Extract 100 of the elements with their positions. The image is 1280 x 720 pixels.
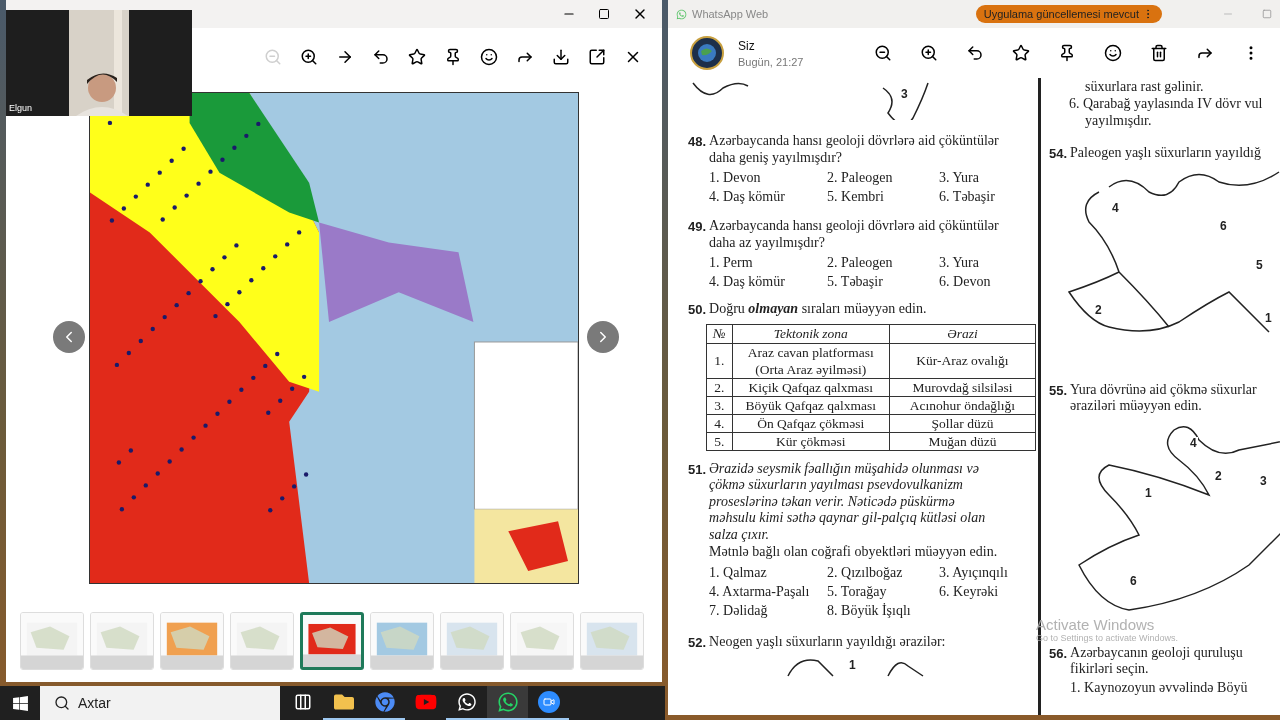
window-title: WhatsApp Web [692, 8, 769, 20]
answer-option: 1. Qalmaz [709, 563, 828, 582]
avatar-icon [690, 36, 724, 70]
map-label: 1 [848, 658, 857, 672]
table-cell: Ön Qafqaz çökməsi [732, 414, 890, 432]
column-header: Ərazi [889, 324, 1036, 343]
zoom-in-icon[interactable] [920, 44, 938, 62]
table-cell: Murovdağ silsiləsi [889, 378, 1036, 396]
windows-logo-icon [11, 694, 29, 712]
reply-icon[interactable] [966, 44, 984, 62]
chat-icon [496, 691, 519, 713]
zoom-out-icon[interactable] [874, 44, 892, 62]
table-cell: Kür çökməsi [732, 432, 890, 450]
question-number: 52. [688, 634, 707, 651]
answer-option: 3. Ayıçınqılı [939, 563, 1008, 582]
column-header: Tektonik zona [732, 324, 890, 343]
map-label: 2 [1214, 469, 1223, 483]
table-cell: Kiçik Qafqaz qalxması [732, 378, 890, 396]
question-number: 48. [688, 133, 707, 151]
taskbar-app-button[interactable] [487, 686, 528, 720]
video-camera-icon [537, 691, 560, 713]
message-time: Bugün, 21:27 [738, 55, 804, 68]
table-cell: 3. [706, 396, 733, 414]
maximize-icon[interactable] [598, 8, 610, 20]
map-label: 3 [1259, 474, 1268, 488]
table-cell: Böyük Qafqaz qalxması [732, 396, 890, 414]
update-badge[interactable]: Uygulama güncellemesi mevcut [975, 5, 1162, 23]
chat-icon [456, 692, 477, 712]
task-view-icon [293, 693, 312, 711]
smiley-icon[interactable] [1104, 44, 1122, 62]
answer-option: 2. Paleogen [827, 168, 940, 187]
table-cell: Muğan düzü [889, 432, 1036, 450]
question-number: 49. [688, 218, 707, 236]
column-header: № [706, 324, 733, 343]
answer-option: 5. Kembri [827, 187, 940, 206]
pin-icon[interactable] [1058, 44, 1076, 62]
answer-option: 1. Perm [709, 253, 828, 272]
map-label: 1 [1144, 486, 1153, 500]
map-label: 3 [900, 88, 909, 101]
answer-option: 7. Dəlidağ [709, 601, 828, 620]
previous-button[interactable] [53, 321, 85, 353]
pin-icon[interactable] [444, 48, 462, 66]
question-text: Neogen yaşlı süxurların yayıldığı ərazilər: [709, 634, 946, 651]
answer-option: 6. Təbaşir [939, 187, 999, 206]
download-icon[interactable] [552, 48, 570, 66]
question-text: Azərbaycanda hansı geoloji dövrlərə aid çöküntülər daha az yayılmışdır? [709, 218, 999, 251]
arrow-right-icon[interactable] [336, 48, 354, 66]
answer-option: 6. Devon [939, 272, 999, 291]
open-external-icon[interactable] [588, 48, 606, 66]
question-text: Azərbaycanın geoloji quruluşu fikirləri seçin. [1070, 644, 1244, 678]
table-cell: 4. [706, 414, 733, 432]
answer-option: 2. Qızılboğaz [827, 563, 940, 582]
map-label: 2 [1094, 303, 1103, 317]
map-label: 4 [1111, 201, 1120, 215]
answer-option: 4. Axtarma-Paşalı [709, 582, 828, 601]
answer-option: 3. Yura [939, 168, 999, 187]
question-text: Ərazidə seysmik fəallığın müşahidə olunması və çökmə süxurların yayılması psevdovulkanizm proseslərinə təkan verir. Nəticədə püskürmə məhsulu kimi səthə qaynar gil-palçıq kütləsi olan salza çıxır. [709, 460, 987, 543]
next-button[interactable] [587, 321, 619, 353]
search-icon [54, 695, 70, 711]
smiley-icon[interactable] [480, 48, 498, 66]
answer-option: 2. Paleogen [827, 253, 940, 272]
answer-option: 4. Daş kömür [709, 272, 828, 291]
question-text: Doğru olmayan sıraları müəyyən edin. [709, 301, 928, 318]
question-number: 56. [1049, 644, 1068, 663]
statement-text: 1. Kaynozoyun əvvəlində Böyü [1070, 678, 1248, 697]
star-icon[interactable] [408, 48, 426, 66]
question-number: 51. [688, 460, 707, 479]
table-cell: Araz cavan platforması (Orta Araz əyilməsi) [732, 343, 890, 378]
answer-option: 4. Daş kömür [709, 187, 828, 206]
question-number: 54. [1049, 145, 1068, 162]
map-label: 6 [1219, 219, 1228, 233]
zoom-in-icon[interactable] [300, 48, 318, 66]
table-cell: 2. [706, 378, 733, 396]
reply-icon[interactable] [372, 48, 390, 66]
answer-option: 5. Təbaşir [827, 272, 940, 291]
map-label: 1 [1264, 311, 1273, 325]
map-label: 5 [1255, 258, 1264, 272]
question-number: 55. [1049, 381, 1068, 400]
table-cell: 1. [706, 343, 733, 378]
folder-icon [333, 692, 354, 712]
question-number: 50. [688, 301, 707, 319]
map-label: 6 [1129, 574, 1138, 588]
map-label: 4 [1189, 436, 1198, 450]
answer-option: 5. Torağay [827, 582, 940, 601]
search-field[interactable]: Axtar [40, 686, 280, 720]
question-text: Yura dövrünə aid çökmə süxurlar əraziləri müəyyən edin. [1070, 381, 1257, 415]
table-cell: Acınohur öndağlığı [889, 396, 1036, 414]
star-icon[interactable] [1012, 44, 1030, 62]
answer-option: 6. Keyrəki [939, 582, 1008, 601]
delete-icon[interactable] [1150, 44, 1168, 62]
browser-icon [374, 692, 395, 712]
answer-option: 3. Yura [939, 253, 999, 272]
table-cell: Şollar düzü [889, 414, 1036, 432]
answer-option: 1. Devon [709, 168, 828, 187]
app-logo-icon [676, 8, 687, 20]
chat-name: Siz [738, 38, 756, 53]
statement-text: süxurlara rast gəlinir. [1084, 78, 1205, 95]
question-text: Paleogen yaşlı süxurların yayıldığ [1070, 145, 1261, 162]
table-cell: Kür-Araz ovalığı [889, 343, 1036, 378]
answer-option: 8. Böyük İşıqlı [827, 601, 940, 620]
